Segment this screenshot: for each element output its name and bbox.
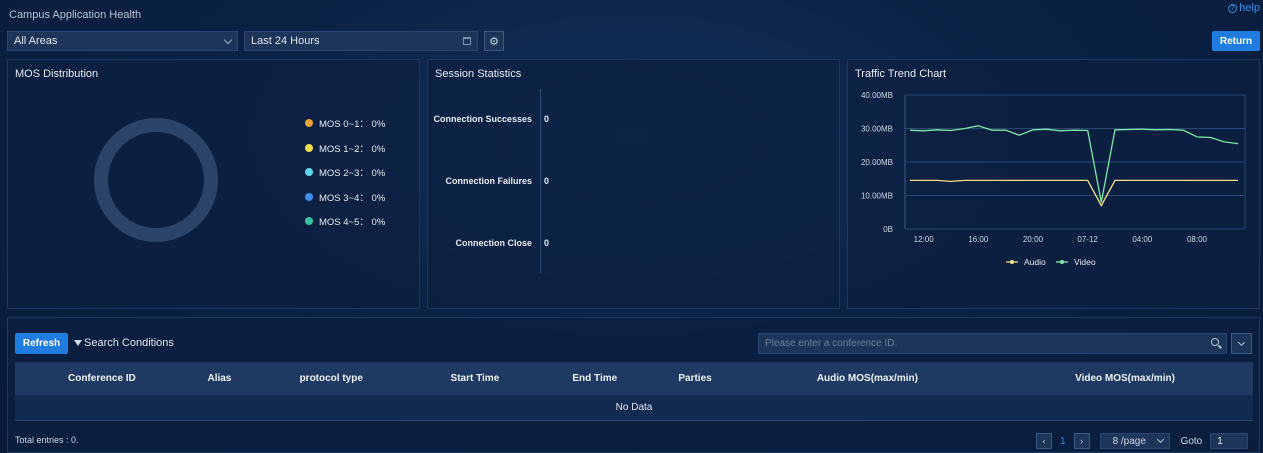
pagination: ‹ 1 › 8 /page Goto 1 (1036, 433, 1249, 449)
y-tick-label: 0B (883, 225, 893, 234)
traffic-trend-panel: Traffic Trend Chart 0B 10.00MB 20.00MB 30.0… (847, 59, 1260, 309)
x-tick-label: 07-12 (1077, 235, 1098, 244)
mos-panel-title: MOS Distribution (15, 68, 99, 80)
table-header-row: Conference ID Alias protocol type Start … (15, 362, 1253, 395)
legend-dot-icon (305, 192, 313, 201)
mos-legend-item[interactable]: MOS 2~3： 0% (305, 160, 385, 185)
x-tick-label: 04:00 (1132, 235, 1153, 244)
page-title: Campus Application Health (9, 9, 142, 21)
mos-legend-label: MOS 1~2： 0% (319, 143, 386, 155)
prev-page-button[interactable]: ‹ (1036, 433, 1052, 449)
chevron-right-icon: › (1080, 436, 1084, 446)
stat-value-failures: 0 (544, 176, 550, 186)
column-alias[interactable]: Alias (189, 362, 250, 395)
mos-legend-label: MOS 4~5： 0% (319, 217, 386, 229)
column-protocol-type[interactable]: protocol type (250, 362, 412, 395)
stat-label-failures: Connection Failures (445, 176, 532, 186)
mos-legend-item[interactable]: MOS 4~5： 0% (305, 209, 385, 234)
mos-legend-label: MOS 0~1： 0% (319, 119, 386, 131)
goto-label: Goto (1180, 435, 1203, 447)
empty-row: No Data (15, 395, 1253, 421)
help-link[interactable]: ? help (1228, 2, 1260, 14)
mos-legend-item[interactable]: MOS 3~4： 0% (305, 185, 385, 210)
page-size-select[interactable]: 8 /page (1099, 433, 1170, 449)
series-line-audio (910, 179, 1238, 207)
help-icon: ? (1228, 3, 1238, 13)
mos-legend-label: MOS 2~3： 0% (319, 168, 386, 180)
search-conditions-toggle[interactable]: Search Conditions (74, 337, 174, 349)
time-range-value: Last 24 Hours (251, 35, 320, 47)
goto-page-input[interactable]: 1 (1210, 433, 1249, 449)
x-tick-label: 20:00 (1023, 235, 1044, 244)
stat-label-successes: Connection Successes (433, 114, 532, 124)
legend-label: Video (1074, 257, 1096, 267)
filter-toolbar: All Areas Last 24 Hours ⚙ (7, 31, 504, 51)
legend-dot-icon (305, 217, 313, 226)
no-data-text: No Data (15, 395, 1253, 421)
chevron-left-icon: ‹ (1042, 436, 1046, 446)
column-parties[interactable]: Parties (652, 362, 738, 395)
stat-value-successes: 0 (544, 114, 550, 124)
legend-dot-icon (305, 119, 313, 128)
traffic-line-chart: 0B 10.00MB 20.00MB 30.00MB 40.00MB 12:00 16:00… (861, 91, 1246, 267)
legend-swatch-dot (1010, 260, 1014, 264)
column-conference-id[interactable]: Conference ID (15, 362, 189, 395)
column-video-mos[interactable]: Video MOS(max/min) (997, 362, 1253, 395)
chevron-down-icon (1156, 435, 1164, 444)
legend-label: Audio (1024, 257, 1046, 267)
total-entries: Total entries : 0. (15, 435, 79, 445)
next-page-button[interactable]: › (1073, 433, 1090, 449)
column-end-time[interactable]: End Time (537, 362, 652, 395)
records-panel: Refresh Search Conditions Conference ID … (7, 317, 1260, 453)
search-options-dropdown[interactable] (1231, 333, 1252, 354)
calendar-icon (463, 37, 471, 45)
mos-donut-chart (94, 118, 218, 242)
y-tick-label: 40.00MB (861, 91, 893, 100)
stat-label-close: Connection Close (455, 238, 532, 248)
legend-dot-icon (305, 143, 313, 152)
x-tick-label: 16:00 (968, 235, 989, 244)
area-select[interactable]: All Areas (7, 31, 238, 51)
session-panel-title: Session Statistics (435, 68, 522, 80)
legend-dot-icon (305, 168, 313, 177)
conference-search-input[interactable] (758, 333, 1227, 354)
session-statistics-panel: Session Statistics Connection Successes … (427, 59, 840, 309)
gear-icon: ⚙ (489, 35, 499, 48)
return-button[interactable]: Return (1212, 31, 1260, 51)
area-select-value: All Areas (14, 35, 58, 47)
settings-button[interactable]: ⚙ (484, 31, 504, 51)
mos-legend-item[interactable]: MOS 0~1： 0% (305, 111, 385, 136)
help-label: help (1239, 2, 1260, 14)
y-tick-label: 30.00MB (861, 125, 893, 134)
conference-table: Conference ID Alias protocol type Start … (15, 362, 1253, 421)
search-conditions-label: Search Conditions (84, 337, 174, 349)
mos-legend-label: MOS 3~4： 0% (319, 192, 386, 204)
column-audio-mos[interactable]: Audio MOS(max/min) (738, 362, 997, 395)
stat-value-close: 0 (544, 238, 550, 248)
mos-legend: MOS 0~1： 0% MOS 1~2： 0% MOS 2~3： 0% MOS … (305, 111, 385, 234)
y-tick-label: 20.00MB (861, 158, 893, 167)
page-size-value: 8 /page (1112, 435, 1146, 447)
time-range-picker[interactable]: Last 24 Hours (244, 31, 478, 51)
chevron-down-icon (223, 35, 233, 44)
session-axis-line (540, 89, 541, 273)
chevron-down-icon (1237, 338, 1246, 346)
x-tick-label: 12:00 (914, 235, 935, 244)
legend-swatch-dot (1060, 260, 1064, 264)
mos-distribution-panel: MOS Distribution MOS 0~1： 0% MOS 1~2： 0%… (7, 59, 420, 309)
search-icon[interactable] (1211, 338, 1219, 346)
x-tick-label: 08:00 (1187, 235, 1208, 244)
mos-legend-item[interactable]: MOS 1~2： 0% (305, 136, 385, 161)
column-start-time[interactable]: Start Time (412, 362, 537, 395)
series-line-video (909, 125, 1239, 203)
y-tick-label: 10.00MB (861, 192, 893, 201)
refresh-button[interactable]: Refresh (15, 333, 68, 354)
current-page-number[interactable]: 1 (1060, 436, 1066, 447)
filter-icon (74, 340, 82, 346)
